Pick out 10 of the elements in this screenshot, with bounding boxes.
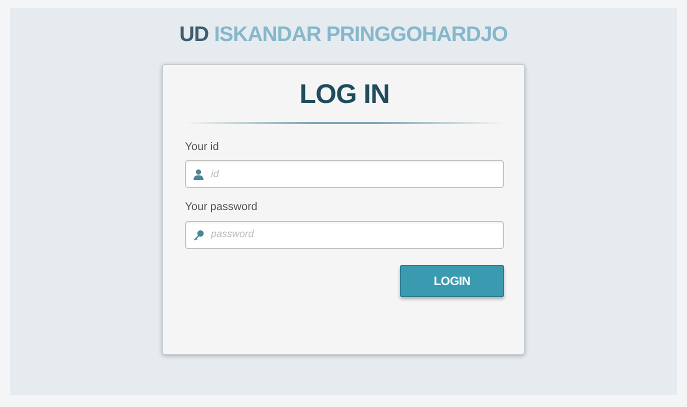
user-icon	[193, 169, 204, 180]
field-label: Your id	[185, 140, 220, 154]
brand-name: ISKANDAR PRINGGOHARDJO	[214, 23, 508, 46]
field-label: Your password	[185, 200, 258, 215]
password-field[interactable]: password	[185, 220, 504, 249]
key-icon	[193, 230, 204, 241]
login-title: LOG IN	[300, 79, 390, 110]
brand-prefix: UD	[179, 23, 209, 46]
login-button[interactable]: LOGIN	[400, 264, 504, 297]
id-field[interactable]: id	[185, 160, 504, 188]
